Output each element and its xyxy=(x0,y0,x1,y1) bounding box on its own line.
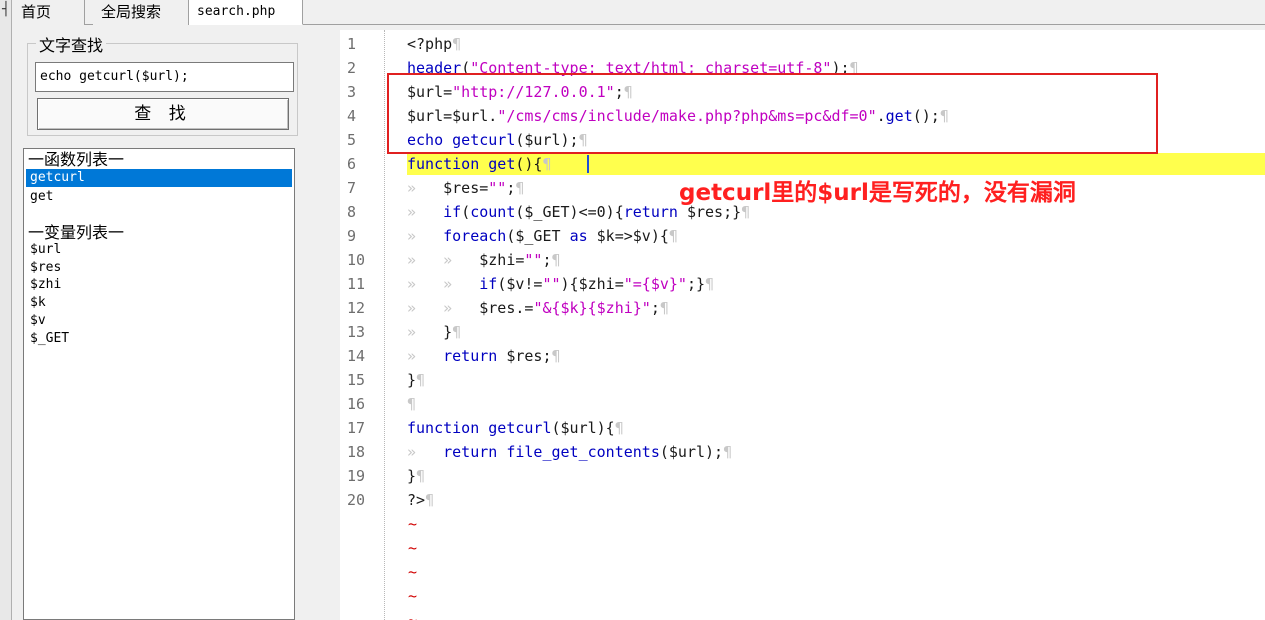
line-number: 11 xyxy=(347,275,366,293)
variable-item-k[interactable]: $k xyxy=(28,294,292,312)
variable-item-res[interactable]: $res xyxy=(28,259,292,277)
symbol-list-panel: 一函数列表一 getcurl get 一变量列表一 $url $res $zhi… xyxy=(23,148,295,620)
line-number: 7 xyxy=(347,179,357,197)
code-line: » $res="";¶ xyxy=(407,179,525,197)
function-item-get[interactable]: get xyxy=(28,188,292,206)
line-number: 10 xyxy=(347,251,366,269)
line-number: 8 xyxy=(347,203,357,221)
find-button[interactable]: 查 找 xyxy=(37,98,289,130)
left-window-edge: ┤ xyxy=(0,0,12,620)
gutter-divider xyxy=(384,30,385,620)
variable-item-zhi[interactable]: $zhi xyxy=(28,276,292,294)
line-number: 9 xyxy=(347,227,357,245)
variable-item-url[interactable]: $url xyxy=(28,241,292,259)
function-item-getcurl[interactable]: getcurl xyxy=(26,169,292,187)
annotation-box xyxy=(387,73,1158,154)
code-line: » }¶ xyxy=(407,323,462,341)
line-number: 6 xyxy=(347,155,357,173)
code-line: <?php¶ xyxy=(407,35,462,53)
line-number: 4 xyxy=(347,107,357,125)
search-input[interactable]: echo getcurl($url); xyxy=(35,62,294,92)
empty-line-tilde: ~ xyxy=(408,611,418,620)
empty-line-tilde: ~ xyxy=(408,515,418,533)
code-line: » return file_get_contents($url);¶ xyxy=(407,443,733,461)
tab-global-search[interactable]: 全局搜索 xyxy=(93,0,189,25)
line-number: 3 xyxy=(347,83,357,101)
edge-marker: ┤ xyxy=(2,2,10,17)
code-line: » return $res;¶ xyxy=(407,347,561,365)
tab-search-php[interactable]: search.php xyxy=(189,0,303,25)
tab-bar: 首页 全局搜索 search.php xyxy=(13,0,1265,25)
code-line: ¶ xyxy=(407,395,417,413)
variables-list-header: 一变量列表一 xyxy=(28,223,125,242)
code-line: }¶ xyxy=(407,371,426,389)
code-line: }¶ xyxy=(407,467,426,485)
code-line: function getcurl($url){¶ xyxy=(407,419,624,437)
code-line: » » $res.="&{$k}{$zhi}";¶ xyxy=(407,299,669,317)
empty-line-tilde: ~ xyxy=(408,587,418,605)
code-line: » » $zhi="";¶ xyxy=(407,251,561,269)
code-line: ?>¶ xyxy=(407,491,435,509)
annotation-text: getcurl里的$url是写死的，没有漏洞 xyxy=(679,180,1076,206)
line-number: 14 xyxy=(347,347,366,365)
line-number: 20 xyxy=(347,491,366,509)
line-number: 13 xyxy=(347,323,366,341)
empty-line-tilde: ~ xyxy=(408,539,418,557)
line-number: 2 xyxy=(347,59,357,77)
variable-item-v[interactable]: $v xyxy=(28,312,292,330)
code-line: function get(){¶ xyxy=(407,155,552,173)
text-search-title: 文字查找 xyxy=(36,32,107,56)
line-number: 18 xyxy=(347,443,366,461)
line-number: 17 xyxy=(347,419,366,437)
code-line: » foreach($_GET as $k=>$v){¶ xyxy=(407,227,678,245)
line-number: 16 xyxy=(347,395,366,413)
line-number: 5 xyxy=(347,131,357,149)
variable-item-get[interactable]: $_GET xyxy=(28,330,292,348)
line-number: 15 xyxy=(347,371,366,389)
line-number: 19 xyxy=(347,467,366,485)
line-number: 1 xyxy=(347,35,357,53)
tab-home[interactable]: 首页 xyxy=(13,0,85,25)
functions-list-header: 一函数列表一 xyxy=(28,150,125,169)
line-number: 12 xyxy=(347,299,366,317)
text-caret xyxy=(587,155,589,173)
code-line: » » if($v!=""){$zhi="={$v}";}¶ xyxy=(407,275,715,293)
empty-line-tilde: ~ xyxy=(408,563,418,581)
